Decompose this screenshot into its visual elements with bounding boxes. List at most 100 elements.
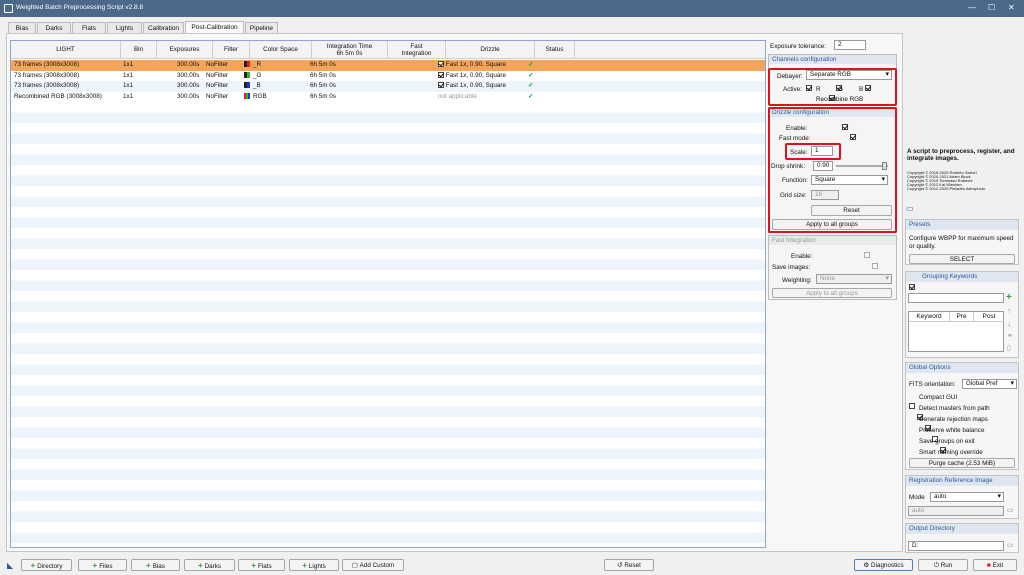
add-directory-button[interactable]: + Directory xyxy=(21,559,72,571)
fast-integration-enable-checkbox[interactable] xyxy=(863,252,870,259)
run-button[interactable]: ⏻ Run xyxy=(918,559,968,571)
registration-mode-select[interactable]: auto xyxy=(930,492,1004,502)
active-b-label: B xyxy=(859,86,864,93)
keywords-table[interactable]: Keyword Pre Post xyxy=(908,311,1004,352)
new-instance-icon[interactable]: ◣ xyxy=(7,561,13,570)
drizzle-enable-checkbox[interactable] xyxy=(842,124,849,131)
compact-gui-checkbox[interactable] xyxy=(909,403,915,410)
add-darks-button[interactable]: + Darks xyxy=(184,559,235,571)
function-select[interactable]: Square xyxy=(811,175,888,185)
row-exposures: 300.00s xyxy=(177,71,200,79)
row-time: 6h 5m 0s xyxy=(310,92,336,100)
integration-time-header: Integration Time xyxy=(326,42,373,50)
plus-icon: + xyxy=(146,561,151,570)
row-light: 73 frames (3008x3008) xyxy=(14,61,80,68)
move-up-icon[interactable]: ↑ xyxy=(1007,306,1011,315)
fast-mode-checkbox[interactable] xyxy=(850,134,857,141)
add-files-button[interactable]: + Files xyxy=(78,559,127,571)
row-drizzle: not applicable xyxy=(438,92,477,100)
col-drizzle: Drizzle xyxy=(446,41,535,59)
maximize-icon[interactable]: ☐ xyxy=(988,3,995,12)
rejection-maps-label: Generate rejection maps xyxy=(919,416,988,423)
scale-spinbox[interactable]: 1 xyxy=(811,146,833,156)
save-images-label: Save images: xyxy=(772,264,811,271)
reset-button[interactable]: ↺ Reset xyxy=(604,559,654,571)
registration-reference-title: Registration Reference Image xyxy=(906,476,1018,486)
drizzle-checkbox[interactable] xyxy=(438,82,444,89)
table-row[interactable]: 73 frames (3008x3008) 1x1 300.00s NoFilt… xyxy=(11,70,765,81)
exit-icon: ■ xyxy=(986,562,991,569)
output-directory-input[interactable]: D: xyxy=(908,541,1004,551)
function-label: Function: xyxy=(782,177,808,184)
drop-shrink-label: Drop shrink: xyxy=(771,163,805,170)
output-folder-icon[interactable]: ▭ xyxy=(1007,541,1014,549)
keyword-input[interactable] xyxy=(908,293,1004,303)
row-drizzle-label: Fast 1x, 0.90, Square xyxy=(445,71,506,79)
diagnostics-button[interactable]: ⚙ Diagnostics xyxy=(854,559,913,571)
row-colorspace: RGB xyxy=(244,93,267,100)
integration-header: Integration xyxy=(401,49,432,57)
active-b-checkbox[interactable] xyxy=(864,85,871,92)
add-flats-label: Flats xyxy=(258,563,272,570)
light-groups-table[interactable]: LIGHT Bin Exposures Filter Color Space I… xyxy=(10,40,766,548)
save-images-checkbox[interactable] xyxy=(871,263,878,270)
drop-shrink-slider-handle[interactable] xyxy=(882,162,887,170)
drop-shrink-input[interactable]: 0.90 xyxy=(813,161,833,171)
table-row[interactable]: 73 frames (3008x3008) 1x1 300.00s NoFilt… xyxy=(11,81,765,92)
red-channel-icon xyxy=(244,61,250,68)
green-channel-icon xyxy=(244,71,250,78)
folder-icon[interactable]: ▭ xyxy=(1007,506,1014,514)
smart-naming-label: Smart naming override xyxy=(919,449,983,456)
power-icon: ⏻ xyxy=(933,562,939,569)
table-row[interactable]: Recombined RGB (3008x3008) 1x1 300.00s N… xyxy=(11,91,765,102)
add-darks-label: Darks xyxy=(204,563,222,570)
link-icon[interactable]: ⚭ xyxy=(1007,332,1013,340)
row-light: 73 frames (3008x3008) xyxy=(14,71,80,79)
table-row[interactable]: 73 frames (3008x3008) 1x1 300.00s NoFilt… xyxy=(11,60,765,71)
exposure-tolerance-spinbox[interactable]: 2 xyxy=(834,40,866,50)
col-exposures: Exposures xyxy=(157,41,213,59)
global-options-title: Global Options xyxy=(906,363,1018,373)
output-directory-title: Output Directory xyxy=(906,524,1018,534)
add-lights-button[interactable]: + Lights xyxy=(289,559,339,571)
grouping-keywords-checkbox[interactable] xyxy=(909,284,915,291)
chat-icon[interactable]: ▭ xyxy=(906,204,914,213)
add-flats-button[interactable]: + Flats xyxy=(238,559,285,571)
add-custom-button[interactable]: ▢ Add Custom xyxy=(342,559,404,571)
drizzle-enable-label: Enable: xyxy=(786,125,808,132)
col-light: LIGHT xyxy=(11,41,121,59)
diagnostics-label: Diagnostics xyxy=(871,562,904,569)
drizzle-checkbox[interactable] xyxy=(438,61,444,68)
window-title: Weighted Batch Preprocessing Script v2.8… xyxy=(16,4,144,11)
row-drizzle[interactable]: Fast 1x, 0.90, Square xyxy=(438,61,506,68)
exit-label: Exit xyxy=(992,562,1004,569)
trash-icon[interactable]: ▯ xyxy=(1007,344,1011,352)
pre-col-header: Pre xyxy=(950,312,974,322)
plus-icon: + xyxy=(302,561,307,570)
debayer-select[interactable]: Separate RGB xyxy=(806,70,892,80)
run-label: Run xyxy=(940,562,953,569)
drizzle-apply-all-button[interactable]: Apply to all groups xyxy=(772,219,892,230)
post-col-header: Post xyxy=(974,312,1004,322)
fits-orientation-select[interactable]: Global Pref xyxy=(962,379,1017,389)
move-down-icon[interactable]: ↓ xyxy=(1007,319,1011,328)
presets-select-button[interactable]: SELECT xyxy=(909,254,1015,264)
registration-mode-label: Mode xyxy=(909,494,925,501)
presets-text: Configure WBPP for maximum speed or qual… xyxy=(909,235,1014,250)
add-bias-button[interactable]: + Bias xyxy=(131,559,180,571)
row-drizzle[interactable]: Fast 1x, 0.90, Square xyxy=(438,72,506,79)
row-drizzle[interactable]: Fast 1x, 0.90, Square xyxy=(438,82,506,89)
drop-shrink-slider[interactable] xyxy=(836,165,888,167)
close-icon[interactable]: ✕ xyxy=(1008,3,1015,12)
grid-size-spinbox: 16 xyxy=(811,190,839,200)
reset-icon: ↺ xyxy=(617,562,623,569)
drizzle-reset-button[interactable]: Reset xyxy=(811,205,892,216)
active-r-checkbox[interactable] xyxy=(806,85,812,92)
row-bin: 1x1 xyxy=(123,92,134,100)
exit-button[interactable]: ■ Exit xyxy=(973,559,1017,571)
output-directory-panel: Output Directory D: ▭ xyxy=(905,523,1019,553)
minimize-icon[interactable]: — xyxy=(968,3,976,12)
purge-cache-button[interactable]: Purge cache (2.53 MiB) xyxy=(909,458,1015,468)
add-keyword-icon[interactable]: + xyxy=(1006,292,1012,303)
drizzle-checkbox[interactable] xyxy=(438,71,444,78)
